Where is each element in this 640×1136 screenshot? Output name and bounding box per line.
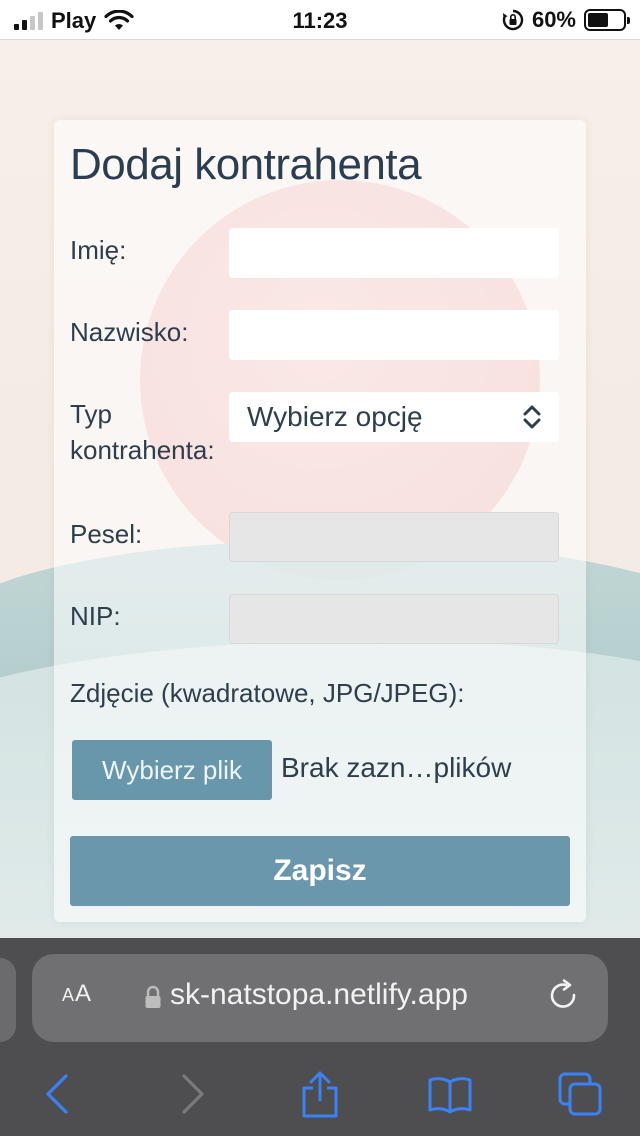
contractor-type-select[interactable]: Wybierz opcję [229,392,559,442]
choose-file-button[interactable]: Wybierz plik [72,740,272,800]
file-status-text: Brak zazn…plików [281,752,512,783]
nip-field[interactable] [229,594,559,644]
address-bar[interactable]: AA sk-natstopa.netlify.app [32,954,608,1042]
text-size-button[interactable]: AA [62,980,92,1008]
battery-percent: 60% [531,7,576,32]
photo-label: Zdjęcie (kwadratowe, JPG/JPEG): [70,678,465,708]
url-text[interactable]: sk-natstopa.netlify.app [170,978,468,1012]
forward-icon[interactable] [168,1070,216,1118]
bookmarks-icon[interactable] [426,1070,474,1118]
first-name-label: Imię: [70,235,127,265]
pesel-field[interactable] [229,512,559,562]
text-size-small-a: A [62,985,76,1005]
status-bar: Play 11:23 60% [0,0,640,40]
browser-toolbar: AA sk-natstopa.netlify.app [0,938,640,1136]
lock-icon [145,985,161,1008]
status-right: 60% [502,7,630,33]
orientation-lock-icon [502,9,524,31]
last-name-label: Nazwisko: [70,317,189,347]
previous-tab-peek[interactable] [0,958,16,1042]
add-contractor-form: Dodaj kontrahenta Imię: Nazwisko: Typ ko… [54,120,586,922]
contractor-type-label-line2: kontrahenta: [70,435,215,465]
tabs-icon[interactable] [556,1070,604,1118]
share-icon[interactable] [296,1070,344,1118]
back-icon[interactable] [34,1070,82,1118]
last-name-field[interactable] [229,310,559,360]
save-button[interactable]: Zapisz [70,836,570,906]
battery-icon [584,9,630,31]
contractor-type-label-line1: Typ [70,399,112,429]
contractor-type-selected: Wybierz opcję [247,401,423,432]
contractor-type-label: Typ kontrahenta: [70,396,215,468]
text-size-large-a: A [75,980,93,1007]
first-name-field[interactable] [229,228,559,278]
battery-fill [588,13,609,27]
chevron-up-down-icon [523,405,541,429]
reload-icon[interactable] [546,978,582,1014]
nip-label: NIP: [70,601,121,631]
pesel-label: Pesel: [70,519,143,549]
page-title: Dodaj kontrahenta [70,140,422,189]
